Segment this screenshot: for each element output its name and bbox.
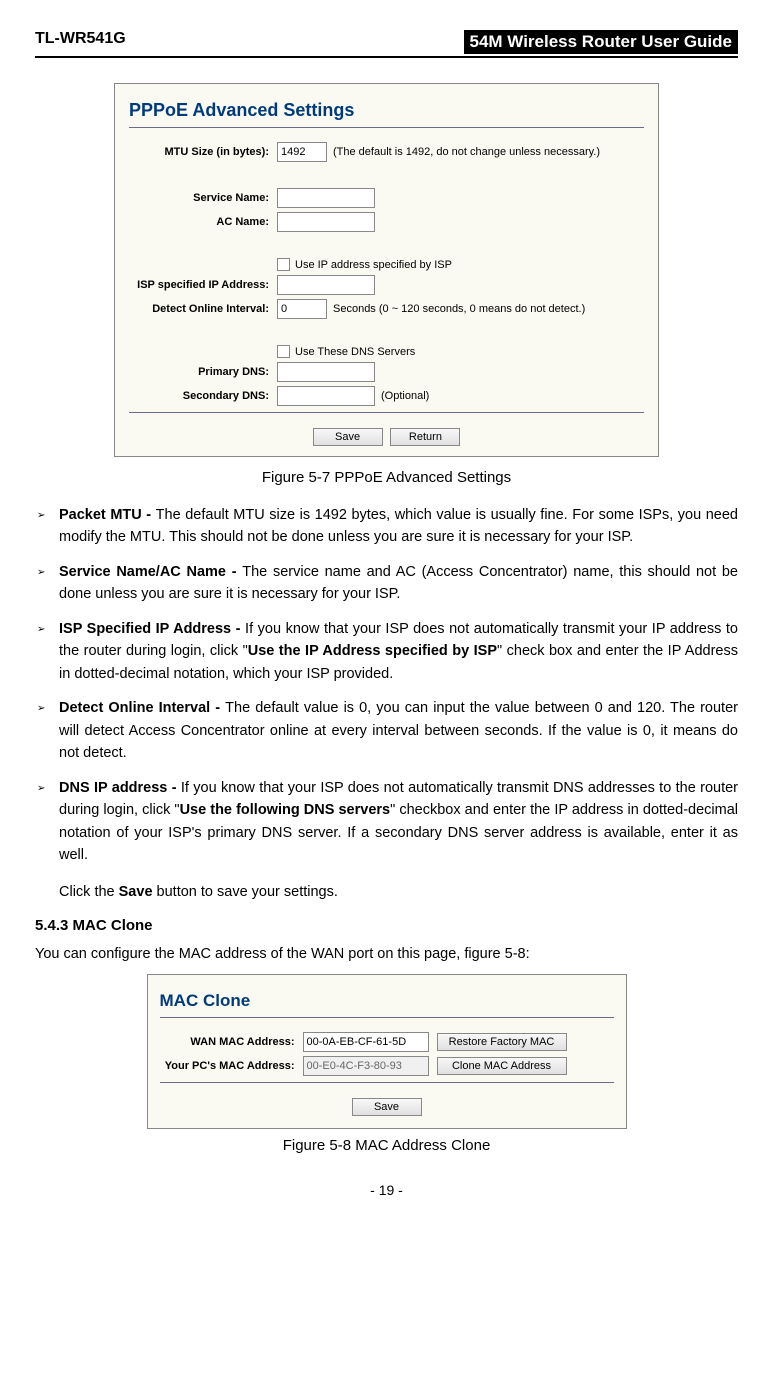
detect-note: Seconds (0 ~ 120 seconds, 0 means do not…: [333, 303, 585, 315]
panel-title: PPPoE Advanced Settings: [129, 100, 644, 121]
figure-caption-2: Figure 5-8 MAC Address Clone: [35, 1137, 738, 1154]
detect-label: Detect Online Interval:: [129, 303, 277, 315]
list-item: ISP Specified IP Address - If you know t…: [59, 618, 738, 685]
mtu-label: MTU Size (in bytes):: [129, 146, 277, 158]
pc-mac-label: Your PC's MAC Address:: [160, 1060, 303, 1072]
use-dns-checkbox[interactable]: [277, 345, 290, 358]
list-item: Service Name/AC Name - The service name …: [59, 561, 738, 606]
divider: [129, 127, 644, 128]
pppoe-panel: PPPoE Advanced Settings MTU Size (in byt…: [114, 83, 659, 457]
mtu-note: (The default is 1492, do not change unle…: [333, 146, 600, 158]
secondary-note: (Optional): [381, 390, 429, 402]
use-dns-label: Use These DNS Servers: [295, 346, 415, 358]
mac-intro: You can configure the MAC address of the…: [35, 946, 738, 962]
save-paragraph: Click the Save button to save your setti…: [35, 881, 738, 903]
isp-ip-label: ISP specified IP Address:: [129, 279, 277, 291]
mac-title: MAC Clone: [160, 991, 614, 1011]
divider: [160, 1017, 614, 1018]
secondary-dns-input[interactable]: [277, 386, 375, 406]
mtu-input[interactable]: [277, 142, 327, 162]
divider: [129, 412, 644, 413]
ac-name-label: AC Name:: [129, 216, 277, 228]
model-label: TL-WR541G: [35, 30, 126, 48]
guide-title: 54M Wireless Router User Guide: [464, 30, 739, 54]
mac-panel: MAC Clone WAN MAC Address: Restore Facto…: [147, 974, 627, 1129]
use-ip-label: Use IP address specified by ISP: [295, 259, 452, 271]
pc-mac-input: [303, 1056, 429, 1076]
save-button[interactable]: Save: [313, 428, 383, 446]
isp-ip-input[interactable]: [277, 275, 375, 295]
section-heading: 5.4.3 MAC Clone: [35, 917, 738, 934]
page-header: TL-WR541G 54M Wireless Router User Guide: [35, 30, 738, 58]
secondary-dns-label: Secondary DNS:: [129, 390, 277, 402]
service-name-input[interactable]: [277, 188, 375, 208]
list-item: Packet MTU - The default MTU size is 149…: [59, 504, 738, 549]
figure-caption-1: Figure 5-7 PPPoE Advanced Settings: [35, 469, 738, 486]
clone-mac-button[interactable]: Clone MAC Address: [437, 1057, 567, 1075]
return-button[interactable]: Return: [390, 428, 460, 446]
wan-mac-input[interactable]: [303, 1032, 429, 1052]
primary-dns-label: Primary DNS:: [129, 366, 277, 378]
use-ip-checkbox[interactable]: [277, 258, 290, 271]
ac-name-input[interactable]: [277, 212, 375, 232]
list-item: Detect Online Interval - The default val…: [59, 697, 738, 764]
bullet-list: Packet MTU - The default MTU size is 149…: [35, 504, 738, 867]
restore-mac-button[interactable]: Restore Factory MAC: [437, 1033, 567, 1051]
detect-input[interactable]: [277, 299, 327, 319]
primary-dns-input[interactable]: [277, 362, 375, 382]
divider: [160, 1082, 614, 1083]
page-number: - 19 -: [35, 1182, 738, 1198]
list-item: DNS IP address - If you know that your I…: [59, 777, 738, 867]
mac-save-button[interactable]: Save: [352, 1098, 422, 1116]
wan-mac-label: WAN MAC Address:: [160, 1036, 303, 1048]
service-name-label: Service Name:: [129, 192, 277, 204]
